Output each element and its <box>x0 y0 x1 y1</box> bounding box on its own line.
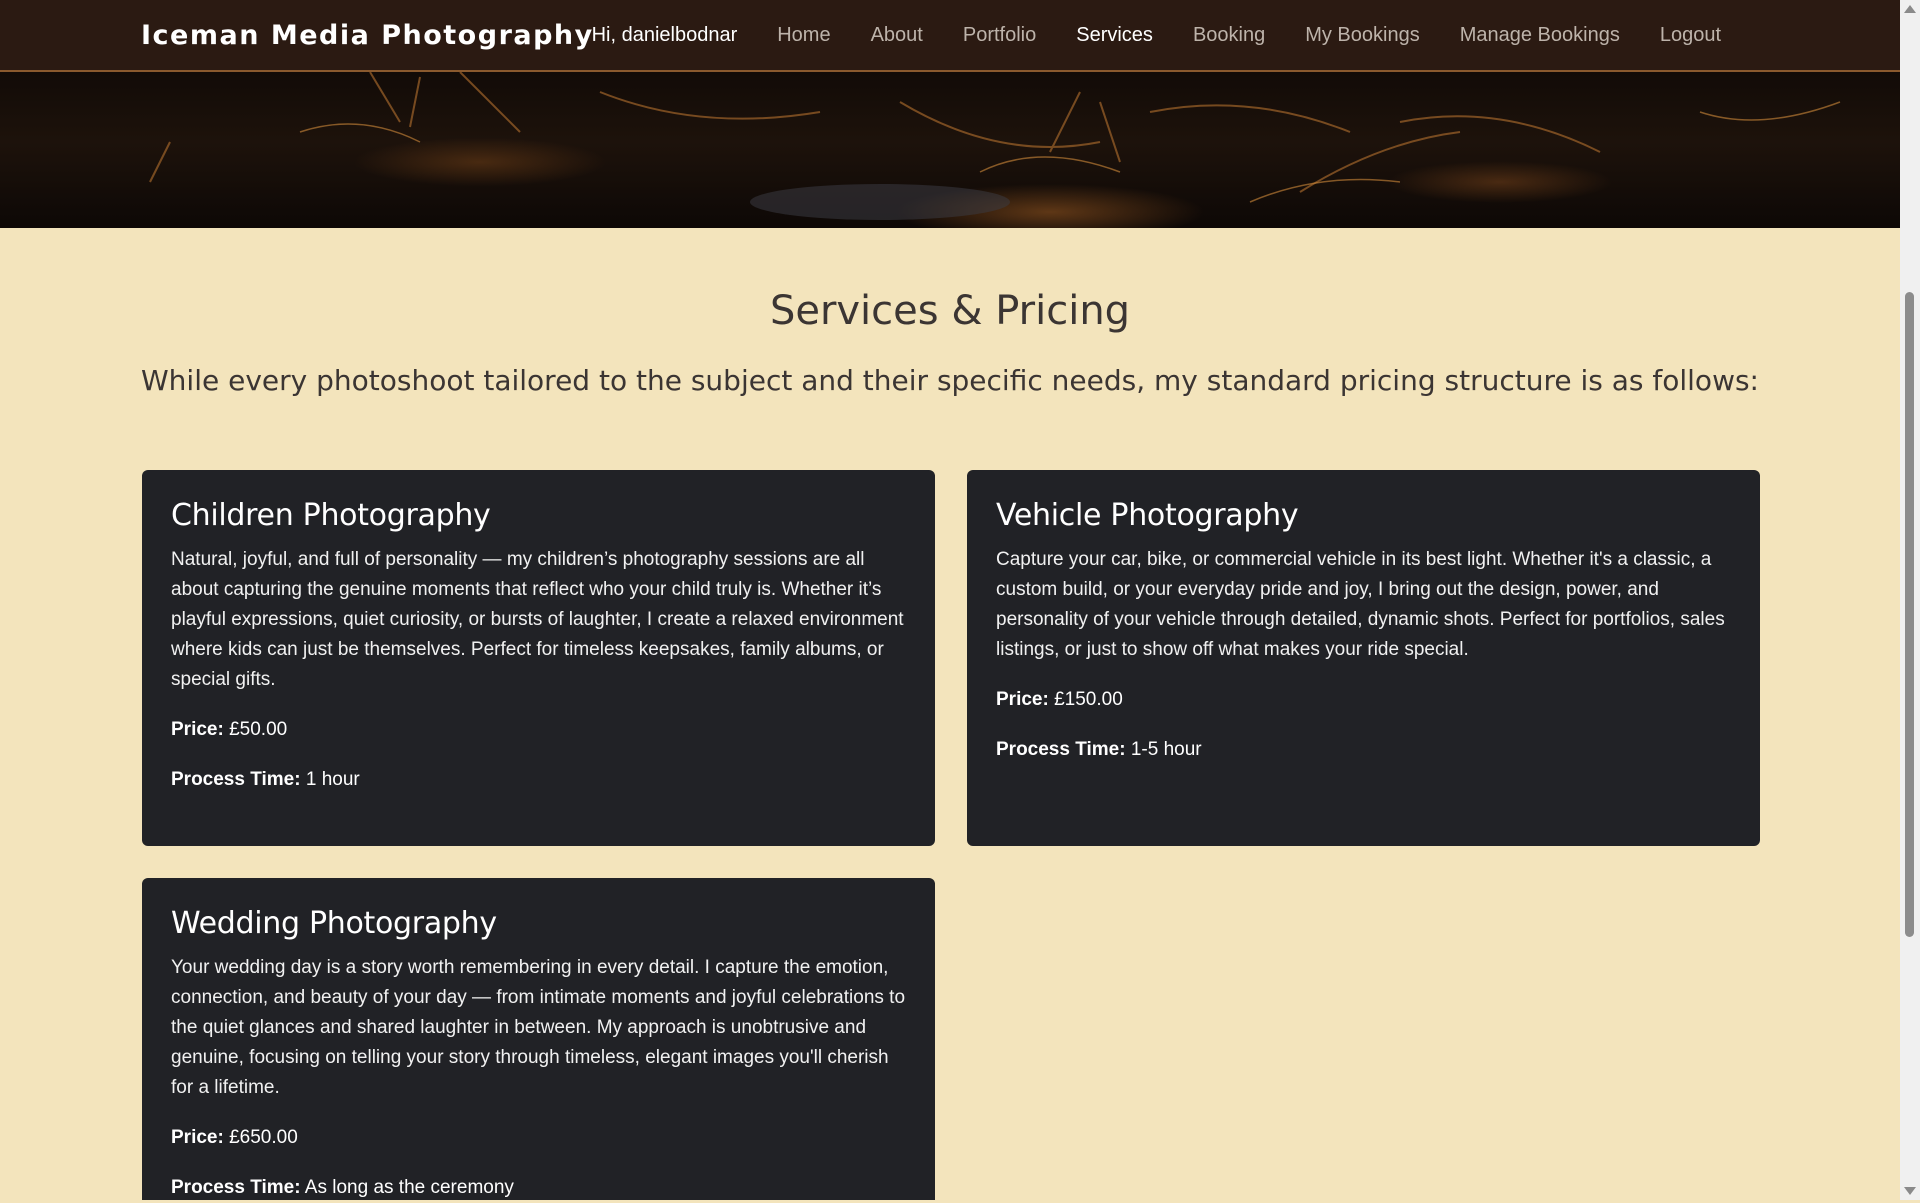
price-value: £650.00 <box>229 1127 298 1148</box>
process-time-value: 1 hour <box>305 769 360 790</box>
price-value: £50.00 <box>229 719 288 740</box>
price-label: Price: <box>996 689 1049 710</box>
page-subtitle: While every photoshoot tailored to the s… <box>141 364 1759 397</box>
scroll-up-arrow-icon[interactable] <box>1904 5 1916 13</box>
nav-link-portfolio[interactable]: Portfolio <box>963 24 1036 47</box>
scrollbar-thumb[interactable] <box>1905 292 1914 937</box>
brand-logo[interactable]: Iceman Media Photography <box>141 20 594 51</box>
service-price: Price: £650.00 <box>171 1123 906 1153</box>
service-title: Vehicle Photography <box>996 498 1299 533</box>
nav-link-manage-bookings[interactable]: Manage Bookings <box>1460 24 1620 47</box>
service-process-time: Process Time: As long as the ceremony <box>171 1173 906 1203</box>
price-label: Price: <box>171 719 224 740</box>
process-time-value: As long as the ceremony <box>304 1177 514 1198</box>
price-value: £150.00 <box>1054 689 1123 710</box>
nav-link-services[interactable]: Services <box>1076 24 1153 47</box>
service-process-time: Process Time: 1 hour <box>171 765 906 795</box>
process-time-label: Process Time: <box>171 1177 301 1198</box>
service-title: Children Photography <box>171 498 491 533</box>
service-card-vehicle: Vehicle Photography Capture your car, bi… <box>967 470 1760 846</box>
nav-link-about[interactable]: About <box>871 24 923 47</box>
service-title: Wedding Photography <box>171 906 497 941</box>
nav-link-booking[interactable]: Booking <box>1193 24 1265 47</box>
process-time-label: Process Time: <box>171 769 301 790</box>
service-card-wedding: Wedding Photography Your wedding day is … <box>142 878 935 1200</box>
price-label: Price: <box>171 1127 224 1148</box>
nav-link-my-bookings[interactable]: My Bookings <box>1305 24 1420 47</box>
nav-link-logout[interactable]: Logout <box>1660 24 1721 47</box>
page-title: Services & Pricing <box>769 288 1131 334</box>
service-card-children: Children Photography Natural, joyful, an… <box>142 470 935 846</box>
service-process-time: Process Time: 1-5 hour <box>996 735 1731 765</box>
service-description: Natural, joyful, and full of personality… <box>171 549 904 690</box>
process-time-value: 1-5 hour <box>1130 739 1202 760</box>
hero-banner-image <box>0 72 1900 228</box>
nav-link-home[interactable]: Home <box>777 24 830 47</box>
service-description: Your wedding day is a story worth rememb… <box>171 957 906 1098</box>
top-navbar: Iceman Media Photography Hi, danielbodna… <box>0 0 1900 72</box>
service-price: Price: £150.00 <box>996 685 1731 715</box>
service-price: Price: £50.00 <box>171 715 906 745</box>
nav-links: Hi, danielbodnar Home About Portfolio Se… <box>592 0 1721 70</box>
process-time-label: Process Time: <box>996 739 1126 760</box>
page-scrollbar[interactable] <box>1900 0 1920 1200</box>
nav-greeting[interactable]: Hi, danielbodnar <box>592 24 738 47</box>
grass-texture <box>149 72 1841 220</box>
scroll-down-arrow-icon[interactable] <box>1904 1187 1916 1195</box>
service-description: Capture your car, bike, or commercial ve… <box>996 549 1725 660</box>
